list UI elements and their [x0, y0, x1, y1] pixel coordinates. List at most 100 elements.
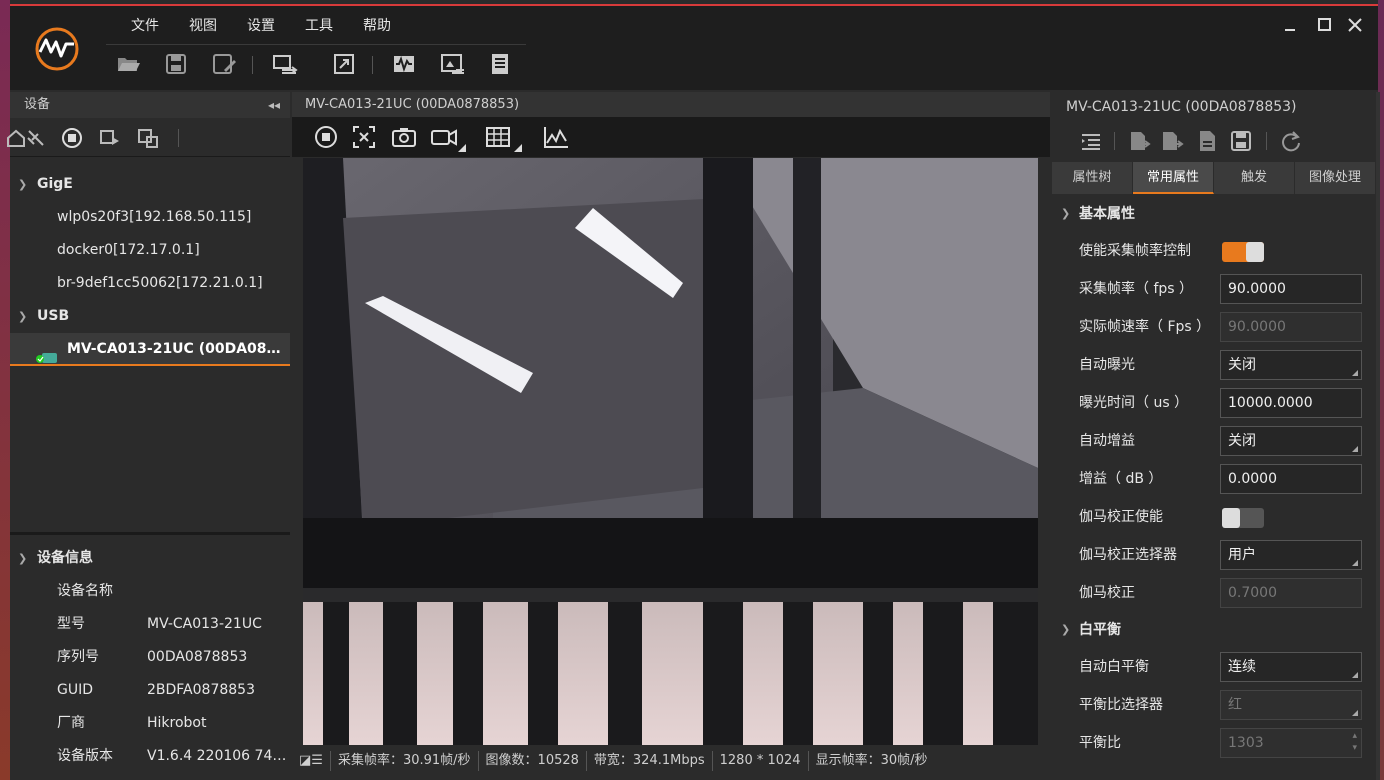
auto-gain-select[interactable]: 关闭 [1220, 426, 1362, 456]
menu-tools[interactable]: 工具 [290, 14, 348, 38]
camera-image[interactable] [303, 158, 1038, 745]
fullscreen-icon[interactable] [330, 50, 358, 78]
prop-auto-white-balance: 自动白平衡 连续 [1052, 648, 1374, 686]
info-row: 型号 MV-CA013-21UC [57, 616, 262, 632]
import-icon[interactable] [1126, 128, 1152, 154]
collapse-left-icon[interactable]: ◂◂ [268, 92, 280, 118]
toggle-knob [1246, 242, 1264, 262]
tree-group-gige[interactable]: ❯ GigE [10, 168, 290, 201]
gamma-selector-select[interactable]: 用户 [1220, 540, 1362, 570]
save-icon[interactable] [162, 50, 190, 78]
tree-group-usb[interactable]: ❯ USB [10, 300, 290, 333]
document-icon[interactable] [1194, 128, 1220, 154]
scrollbar[interactable] [1376, 92, 1380, 780]
record-icon[interactable] [430, 123, 458, 151]
prop-auto-exposure: 自动曝光 关闭 [1052, 346, 1374, 384]
save-icon[interactable] [1228, 128, 1254, 154]
info-row: 设备名称 [57, 583, 113, 599]
tree-item-interface[interactable]: docker0[172.17.0.1] [10, 234, 290, 267]
prop-frame-rate-enable: 使能采集帧率控制 [1052, 232, 1374, 270]
menu-file[interactable]: 文件 [116, 14, 174, 38]
chevron-down-icon: ❯ [18, 310, 28, 323]
toolbar-separator [372, 56, 373, 74]
menu-settings[interactable]: 设置 [232, 14, 290, 38]
snapshot-icon[interactable] [390, 123, 418, 151]
stop-multiple-icon[interactable] [136, 126, 160, 150]
exposure-time-input[interactable]: 10000.0000 [1220, 388, 1362, 418]
status-image-count: 图像数：10528 [479, 751, 587, 771]
list-icon[interactable] [1078, 128, 1104, 154]
chevron-down-icon: ❯ [1061, 207, 1071, 220]
tree-item-interface[interactable]: wlp0s20f3[192.168.50.115] [10, 201, 290, 234]
close-view-icon[interactable] [350, 123, 378, 151]
prop-gamma-selector: 伽马校正选择器 用户 [1052, 536, 1374, 574]
auto-white-balance-select[interactable]: 连续 [1220, 652, 1362, 682]
menu-bar: 文件 视图 设置 工具 帮助 [116, 14, 406, 38]
menu-view[interactable]: 视图 [174, 14, 232, 38]
tree-item-camera[interactable]: MV-CA013-21UC (00DA0878... [10, 333, 290, 366]
prop-auto-gain: 自动增益 关闭 [1052, 422, 1374, 460]
clipboard-icon[interactable] [486, 50, 514, 78]
grid-layout-icon[interactable] [484, 123, 512, 151]
group-white-balance[interactable]: ❯ 白平衡 [1052, 612, 1374, 648]
image-edit-icon[interactable] [438, 50, 466, 78]
toolbar-separator [1114, 132, 1115, 150]
prop-exposure-time: 曝光时间（ us ） 10000.0000 [1052, 384, 1374, 422]
prop-gamma: 伽马校正 0.7000 [1052, 574, 1374, 612]
refresh-icon[interactable] [1278, 128, 1304, 154]
prop-gain: 增益（ dB ） 0.0000 [1052, 460, 1374, 498]
status-display-rate: 显示帧率：30帧/秒 [815, 753, 928, 768]
actual-frame-rate-field: 90.0000 [1220, 312, 1362, 342]
maximize-icon[interactable] [1314, 14, 1336, 36]
play-multiple-icon[interactable] [98, 126, 122, 150]
tab-image-processing[interactable]: 图像处理 [1295, 162, 1376, 194]
device-panel-header: 设备 ◂◂ [10, 92, 290, 118]
prop-frame-rate: 采集帧率（ fps ） 90.0000 [1052, 270, 1374, 308]
close-icon[interactable] [1344, 14, 1366, 36]
stop-grab-icon[interactable] [312, 123, 340, 151]
prop-balance-ratio: 平衡比 1303 [1052, 724, 1374, 762]
chevron-down-icon: ❯ [1061, 623, 1071, 636]
group-basic-properties[interactable]: ❯ 基本属性 [1052, 196, 1374, 232]
main-window: 文件 视图 设置 工具 帮助 设备 ◂◂ ❯ GigE wlp0s20f3[19… [7, 4, 1380, 780]
tab-property-tree[interactable]: 属性树 [1052, 162, 1133, 194]
prop-actual-frame-rate: 实际帧速率（ Fps ） 90.0000 [1052, 308, 1374, 346]
gamma-enable-toggle[interactable] [1222, 508, 1264, 528]
device-list-icon[interactable] [270, 50, 298, 78]
dropdown-icon[interactable] [458, 137, 466, 152]
open-folder-icon[interactable] [114, 50, 142, 78]
toolbar-separator [1266, 132, 1267, 150]
frame-rate-input[interactable]: 90.0000 [1220, 274, 1362, 304]
menu-help[interactable]: 帮助 [348, 14, 406, 38]
save-as-icon[interactable] [210, 50, 238, 78]
auto-exposure-select[interactable]: 关闭 [1220, 350, 1362, 380]
frame-rate-enable-toggle[interactable] [1222, 242, 1264, 262]
device-info-header[interactable]: ❯ 设备信息 [10, 542, 290, 575]
balance-ratio-selector-select: 红 [1220, 690, 1362, 720]
dropdown-icon[interactable] [514, 137, 522, 152]
device-panel-title: 设备 [24, 97, 51, 112]
app-root: 文件 视图 设置 工具 帮助 设备 ◂◂ ❯ GigE wlp0s20f3[19… [0, 0, 1384, 780]
gain-input[interactable]: 0.0000 [1220, 464, 1362, 494]
histogram-icon[interactable] [542, 123, 570, 151]
tree-item-interface[interactable]: br-9def1cc50062[172.21.0.1] [10, 267, 290, 300]
device-panel: 设备 ◂◂ ❯ GigE wlp0s20f3[192.168.50.115] do… [7, 92, 290, 780]
status-resolution: 1280 * 1024 [713, 751, 809, 771]
stop-icon[interactable] [60, 126, 84, 150]
export-icon[interactable] [1158, 128, 1184, 154]
panel-divider [10, 532, 290, 535]
chevron-down-icon: ❯ [18, 178, 28, 191]
properties-title: MV-CA013-21UC (00DA0878853) [1066, 99, 1297, 115]
minimize-icon[interactable] [1280, 14, 1302, 36]
tab-common-properties[interactable]: 常用属性 [1133, 162, 1214, 194]
info-row: 序列号 00DA0878853 [57, 649, 248, 665]
waveform-icon[interactable] [390, 50, 418, 78]
toggle-knob [1222, 508, 1240, 528]
balance-ratio-spinner: 1303 [1220, 728, 1362, 758]
camera-connected-icon [36, 344, 58, 363]
status-bandwidth: 带宽：324.1Mbps [587, 751, 713, 771]
mvs-logo-icon [34, 26, 80, 72]
device-toolbar [7, 119, 290, 157]
disconnect-icon[interactable] [24, 126, 48, 150]
tab-trigger[interactable]: 触发 [1214, 162, 1295, 194]
